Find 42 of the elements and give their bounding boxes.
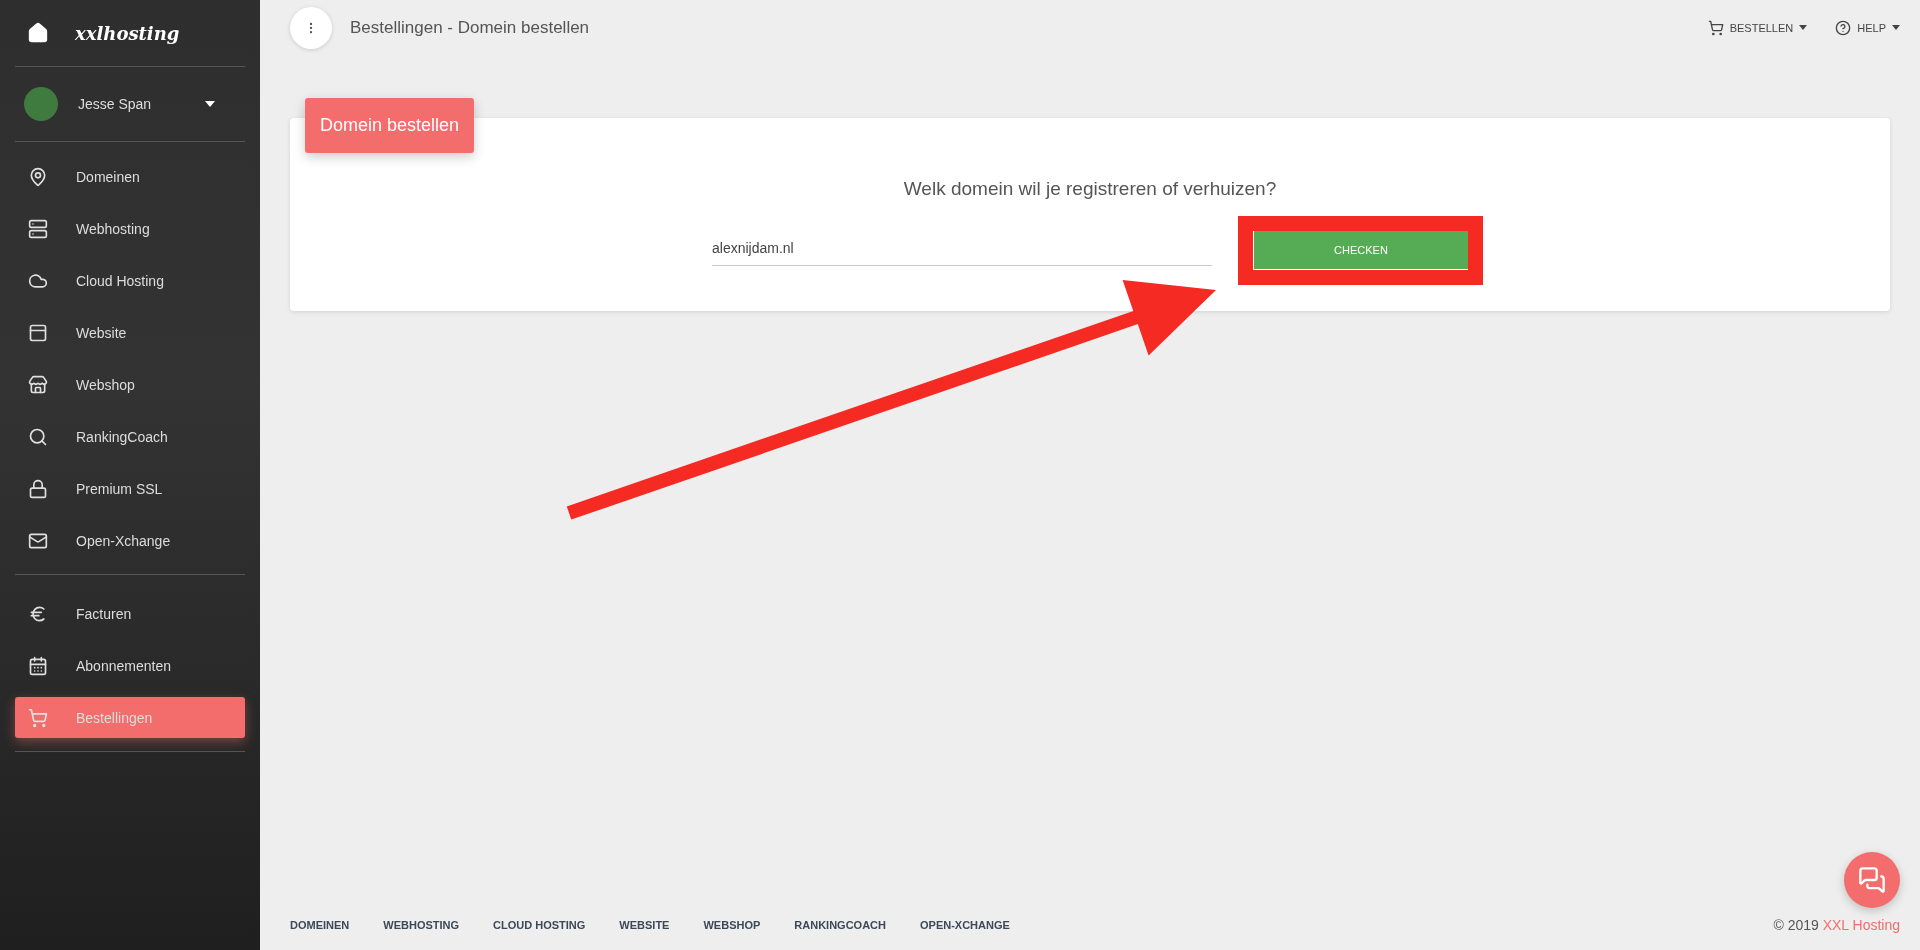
page-title: Bestellingen - Domein bestellen [350, 17, 591, 38]
nav-item[interactable]: Facturen [15, 593, 245, 634]
caret-icon [1892, 25, 1900, 30]
chat-icon [1858, 866, 1886, 894]
nav-item[interactable]: Open-Xchange [15, 520, 245, 561]
footer-link[interactable]: WEBSITE [619, 919, 670, 931]
header-menu[interactable]: BESTELLEN [1707, 19, 1808, 36]
footer-link[interactable]: WEBSHOP [703, 919, 761, 931]
calendar-icon [28, 655, 48, 676]
pin-icon [28, 166, 48, 187]
domain-input-field[interactable]: alexnijdam.nl [712, 233, 1212, 266]
nav-item[interactable]: Premium SSL [15, 468, 245, 509]
store-icon [28, 374, 48, 395]
nav-item[interactable]: RankingCoach [15, 416, 245, 457]
header-menu[interactable]: HELP [1835, 19, 1900, 36]
nav-item[interactable]: Domeinen [15, 156, 245, 197]
footer-link[interactable]: OPEN-XCHANGE [920, 919, 1010, 931]
question-text: Welk domein wil je registreren of verhuizen? [903, 178, 1277, 200]
footer-link[interactable]: WEBHOSTING [383, 919, 460, 931]
cart-icon [1707, 19, 1724, 36]
chat-button[interactable] [1844, 852, 1900, 908]
home-icon[interactable] [27, 22, 49, 44]
footer-link[interactable]: DOMEINEN [290, 919, 350, 931]
user-name[interactable]: Jesse Span [78, 96, 205, 112]
caret-icon[interactable] [205, 101, 215, 107]
nav-item[interactable]: Webhosting [15, 208, 245, 249]
search-icon [28, 426, 48, 447]
lock-icon [28, 478, 48, 499]
cart-icon [28, 707, 48, 728]
footer-link[interactable]: CLOUD HOSTING [493, 919, 586, 931]
copyright-text: © 2019 XXL Hosting [1773, 917, 1900, 933]
avatar [24, 87, 58, 121]
nav-item[interactable]: Cloud Hosting [15, 260, 245, 301]
caret-icon [1799, 25, 1808, 30]
footer-link[interactable]: RANKINGCOACH [794, 919, 886, 931]
nav-item[interactable]: Website [15, 312, 245, 353]
help-icon [1835, 19, 1852, 36]
window-icon [28, 322, 48, 343]
server-icon [28, 218, 48, 239]
nav-item[interactable]: Abonnementen [15, 645, 245, 686]
nav-item[interactable]: Webshop [15, 364, 245, 405]
brand-logo[interactable]: xxlhosting [75, 22, 180, 44]
